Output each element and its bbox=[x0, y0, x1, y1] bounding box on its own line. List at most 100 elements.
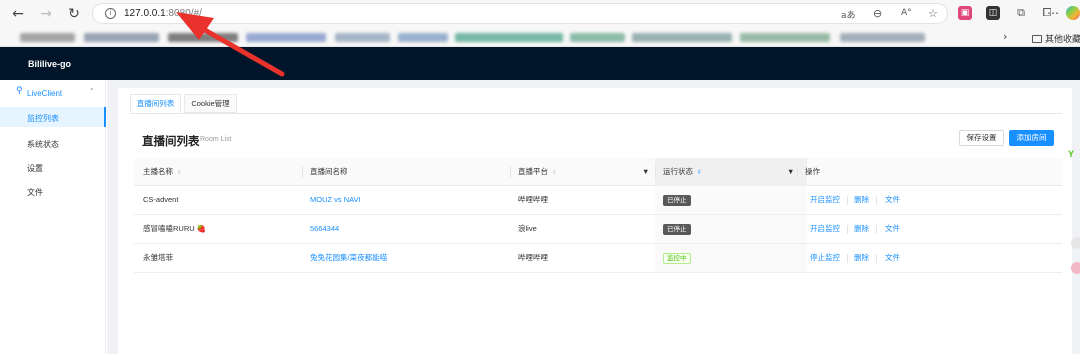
sort-icon[interactable]: ⇳ bbox=[697, 169, 702, 176]
other-favorites-folder[interactable]: 其他收藏夹 bbox=[1032, 32, 1080, 45]
delete-link[interactable]: 删除 bbox=[854, 244, 869, 272]
status-cell: 已停止 bbox=[663, 215, 691, 243]
platform-name: 哔哩哔哩 bbox=[518, 253, 548, 262]
zoom-icon[interactable]: ⊖ bbox=[873, 7, 882, 20]
folder-label: 其他收藏夹 bbox=[1045, 34, 1080, 44]
sidebar-group-label: LiveClient bbox=[27, 89, 63, 98]
bookmark-blurred[interactable] bbox=[570, 33, 625, 42]
more-menu-icon[interactable]: ⋯ bbox=[1044, 4, 1062, 22]
column-header-actions: 操作 bbox=[805, 158, 820, 186]
column-header-status[interactable]: 运行状态 ⇳ bbox=[663, 158, 702, 186]
bookmark-blurred[interactable] bbox=[20, 33, 75, 42]
bookmark-blurred[interactable] bbox=[398, 33, 448, 42]
floating-assistant-icon[interactable] bbox=[1071, 262, 1080, 274]
sort-icon[interactable]: ⇳ bbox=[552, 169, 557, 176]
bookmark-blurred[interactable] bbox=[455, 33, 563, 42]
address-port: :8080/#/ bbox=[165, 8, 202, 19]
search-icon: ⚲ bbox=[16, 86, 23, 96]
column-header-room: 直播间名称 bbox=[310, 158, 348, 186]
bookmark-blurred[interactable] bbox=[335, 33, 390, 42]
text-size-icon[interactable]: A° bbox=[901, 8, 912, 18]
column-label: 操作 bbox=[805, 167, 820, 176]
sidebar: ⚲ LiveClient ˄ 监控列表 系统状态 设置 文件 bbox=[0, 80, 106, 354]
save-settings-button[interactable]: 保存设置 bbox=[959, 130, 1004, 146]
table-row: 感冒嗑嗑RURU 🍓 5664344 浪live 已停止 开启监控 删除 文件 bbox=[134, 215, 1062, 244]
action-divider bbox=[847, 225, 848, 234]
action-divider bbox=[847, 254, 848, 263]
bookmark-blurred[interactable] bbox=[168, 33, 238, 42]
bookmark-blurred[interactable] bbox=[632, 33, 732, 42]
reading-list-icon[interactable]: ◫ bbox=[986, 6, 1000, 20]
start-monitor-link[interactable]: 开启监控 bbox=[810, 215, 840, 243]
streamer-name: 永雏塔菲 bbox=[143, 253, 173, 262]
streamer-name: CS-advent bbox=[143, 195, 179, 204]
status-cell: 监控中 bbox=[663, 244, 691, 272]
status-cell: 已停止 bbox=[663, 186, 691, 214]
filter-icon[interactable]: ▼ bbox=[642, 158, 649, 186]
status-badge: 已停止 bbox=[663, 223, 691, 235]
sidebar-item-label: 文件 bbox=[27, 188, 43, 197]
column-label: 直播平台 bbox=[518, 167, 548, 176]
sort-icon[interactable]: ⇳ bbox=[177, 169, 182, 176]
bookmarks-overflow-chevron-icon[interactable]: › bbox=[1003, 30, 1007, 43]
bookmark-blurred[interactable] bbox=[840, 33, 925, 42]
page-title: 直播间列表 bbox=[142, 136, 200, 148]
action-divider bbox=[876, 254, 877, 263]
read-aloud-icon[interactable]: aあ bbox=[841, 8, 856, 21]
app-title: Bililive-go bbox=[28, 59, 72, 69]
sidebar-item-system-status[interactable]: 系统状态 bbox=[0, 133, 106, 153]
bookmark-blurred[interactable] bbox=[246, 33, 326, 42]
add-room-button[interactable]: 添加房间 bbox=[1009, 130, 1054, 146]
platform-name: 浪live bbox=[518, 224, 537, 233]
sidebar-item-label: 设置 bbox=[27, 164, 43, 173]
copilot-icon[interactable] bbox=[1066, 6, 1080, 20]
table-header: 主播名称 ⇳ 直播间名称 直播平台 ⇳ ▼ 运行状态 ⇳ ▼ 操作 bbox=[134, 158, 1062, 186]
tab-divider bbox=[130, 113, 1062, 114]
room-name-link[interactable]: 兔兔花园集/菜夜都能喵 bbox=[310, 244, 387, 272]
tab-cookie-management[interactable]: Cookie管理 bbox=[184, 94, 237, 113]
address-bar[interactable]: i 127.0.0.1:8080/#/ aあ ⊖ A° ☆ bbox=[92, 3, 948, 24]
room-name-link[interactable]: 5664344 bbox=[310, 215, 339, 243]
page-subtitle: Room List bbox=[200, 136, 232, 143]
extension-icon[interactable]: ▣ bbox=[958, 6, 972, 20]
delete-link[interactable]: 删除 bbox=[854, 186, 869, 214]
table-row: CS-advent MOUZ vs NAVI 哔哩哔哩 已停止 开启监控 删除 … bbox=[134, 186, 1062, 215]
start-monitor-link[interactable]: 开启监控 bbox=[810, 186, 840, 214]
column-header-platform[interactable]: 直播平台 ⇳ bbox=[518, 158, 557, 186]
sidebar-item-files[interactable]: 文件 bbox=[0, 181, 106, 201]
chevron-up-icon: ˄ bbox=[90, 88, 94, 96]
favorite-star-icon[interactable]: ☆ bbox=[928, 7, 938, 20]
sidebar-item-label: 监控列表 bbox=[27, 114, 59, 123]
filter-icon[interactable]: ▼ bbox=[787, 158, 794, 186]
sidebar-extension-icon[interactable]: Y bbox=[1068, 149, 1074, 159]
status-badge: 监控中 bbox=[663, 252, 691, 264]
back-arrow-icon[interactable]: ← bbox=[9, 5, 27, 23]
stop-monitor-link[interactable]: 停止监控 bbox=[810, 244, 840, 272]
site-info-icon[interactable]: i bbox=[105, 8, 116, 19]
delete-link[interactable]: 删除 bbox=[854, 215, 869, 243]
room-name-link[interactable]: MOUZ vs NAVI bbox=[310, 186, 361, 214]
reload-icon[interactable]: ↻ bbox=[65, 5, 83, 23]
forward-arrow-icon[interactable]: → bbox=[37, 5, 55, 23]
files-link[interactable]: 文件 bbox=[885, 215, 900, 243]
column-header-streamer[interactable]: 主播名称 ⇳ bbox=[143, 158, 182, 186]
action-divider bbox=[847, 196, 848, 205]
column-divider bbox=[655, 166, 656, 178]
sidebar-item-settings[interactable]: 设置 bbox=[0, 157, 106, 177]
files-link[interactable]: 文件 bbox=[885, 186, 900, 214]
app-header: Bililive-go bbox=[0, 47, 1080, 80]
bookmark-blurred[interactable] bbox=[84, 33, 159, 42]
browser-toolbar: ← → ↻ i 127.0.0.1:8080/#/ aあ ⊖ A° ☆ ▣ ◫ … bbox=[0, 0, 1080, 28]
tab-room-list[interactable]: 直播间列表 bbox=[130, 94, 181, 113]
action-divider bbox=[876, 196, 877, 205]
bookmarks-bar: › 其他收藏夹 bbox=[0, 28, 1080, 47]
floating-button-icon[interactable] bbox=[1071, 237, 1080, 249]
streamer-name: 感冒嗑嗑RURU 🍓 bbox=[143, 224, 207, 233]
sidebar-group-liveclient[interactable]: ⚲ LiveClient ˄ bbox=[0, 84, 106, 102]
sidebar-item-monitor-list[interactable]: 监控列表 bbox=[0, 107, 106, 127]
extensions-puzzle-icon[interactable]: ⧉ bbox=[1014, 6, 1028, 20]
column-divider bbox=[302, 166, 303, 178]
files-link[interactable]: 文件 bbox=[885, 244, 900, 272]
address-url: 127.0.0.1:8080/#/ bbox=[124, 8, 202, 19]
bookmark-blurred[interactable] bbox=[740, 33, 830, 42]
